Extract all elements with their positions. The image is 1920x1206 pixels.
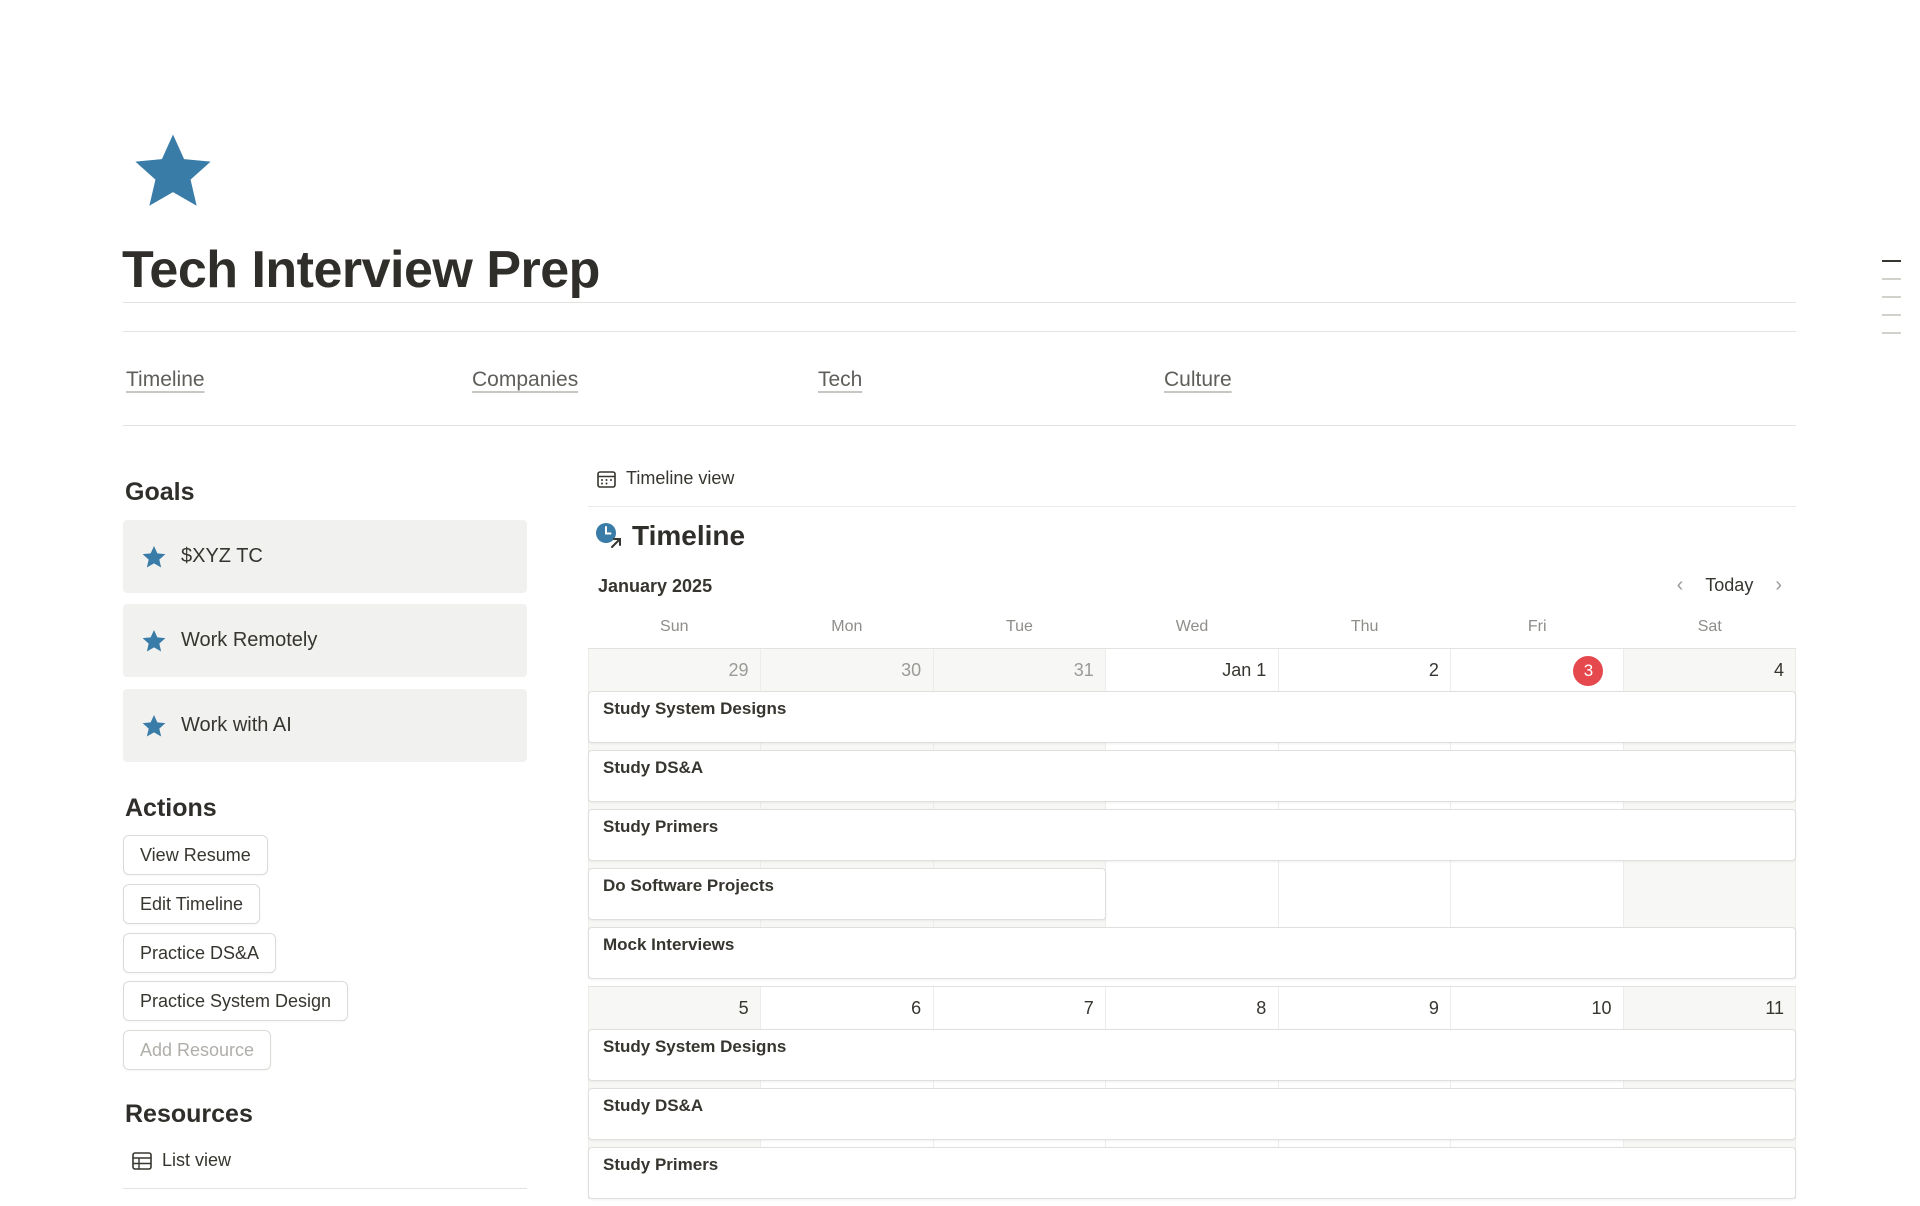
- calendar-icon: [597, 470, 616, 488]
- resources-divider: [123, 1188, 527, 1189]
- timeline-view-label: Timeline view: [626, 468, 735, 488]
- chevron-right-icon[interactable]: ›: [1775, 574, 1782, 597]
- event-card[interactable]: Study Primers: [588, 1147, 1796, 1199]
- title-divider: [123, 302, 1796, 303]
- tab-timeline[interactable]: Timeline: [126, 368, 205, 392]
- weekday-label: Wed: [1175, 618, 1209, 635]
- chevron-left-icon[interactable]: ‹: [1677, 574, 1684, 597]
- star-icon: [142, 714, 166, 737]
- day-number[interactable]: 11: [1623, 987, 1796, 1029]
- weekday-header: Sun Mon Tue Wed Thu Fri Sat: [588, 618, 1796, 636]
- event-card[interactable]: Do Software Projects: [588, 868, 1106, 920]
- weekday-label: Sat: [1697, 618, 1722, 635]
- star-icon: [135, 134, 211, 206]
- calendar-week: 5 6 7 8 9 10 11 Study System Designs Stu…: [588, 986, 1796, 1199]
- event-card[interactable]: Study System Designs: [588, 691, 1796, 743]
- event-card[interactable]: Study System Designs: [588, 1029, 1796, 1081]
- resources-heading: Resources: [125, 1100, 253, 1128]
- goal-label: Work with AI: [181, 714, 292, 736]
- event-card[interactable]: Study DS&A: [588, 1088, 1796, 1140]
- timeline-view-tab[interactable]: Timeline view: [597, 468, 734, 489]
- day-number[interactable]: 2: [1278, 649, 1451, 691]
- view-resume-button[interactable]: View Resume: [123, 835, 268, 875]
- list-view-tab[interactable]: List view: [132, 1150, 231, 1171]
- day-number[interactable]: Jan 1: [1106, 649, 1279, 691]
- day-number[interactable]: 8: [1106, 987, 1279, 1029]
- edit-timeline-button[interactable]: Edit Timeline: [123, 884, 261, 924]
- database-title[interactable]: Timeline: [594, 520, 745, 552]
- day-number[interactable]: 5: [588, 987, 761, 1029]
- calendar-month: January 2025: [598, 576, 713, 596]
- table-icon: [132, 1151, 152, 1170]
- day-number[interactable]: 7: [933, 987, 1106, 1029]
- goal-card[interactable]: Work Remotely: [123, 604, 527, 677]
- star-icon: [142, 629, 166, 652]
- tab-culture[interactable]: Culture: [1164, 368, 1232, 392]
- today-badge: 3: [1573, 656, 1604, 686]
- day-number-today[interactable]: 3: [1451, 649, 1624, 691]
- today-button[interactable]: Today: [1705, 575, 1753, 596]
- list-view-label: List view: [162, 1150, 232, 1170]
- weekday-label: Thu: [1350, 618, 1379, 635]
- weekday-label: Sun: [660, 618, 689, 635]
- tabs-bottom-divider: [123, 425, 1796, 426]
- goal-card[interactable]: Work with AI: [123, 689, 527, 762]
- table-of-contents[interactable]: [1882, 260, 1902, 350]
- weekday-label: Mon: [831, 618, 863, 635]
- tab-companies[interactable]: Companies: [472, 368, 578, 392]
- goals-heading: Goals: [125, 478, 195, 506]
- actions-heading: Actions: [125, 794, 217, 822]
- day-number[interactable]: 31: [933, 649, 1106, 691]
- clock-link-icon: [596, 523, 621, 548]
- tabs-top-divider: [123, 331, 1796, 332]
- event-card[interactable]: Mock Interviews: [588, 927, 1796, 979]
- day-number[interactable]: 10: [1451, 987, 1624, 1029]
- practice-system-design-button[interactable]: Practice System Design: [123, 981, 349, 1021]
- goal-label: Work Remotely: [181, 629, 318, 651]
- goal-card[interactable]: $XYZ TC: [123, 520, 527, 593]
- view-tabs-divider: [588, 506, 1796, 507]
- event-card[interactable]: Study DS&A: [588, 750, 1796, 802]
- tab-tech[interactable]: Tech: [818, 368, 862, 392]
- day-number[interactable]: 9: [1278, 987, 1451, 1029]
- star-icon: [142, 545, 166, 568]
- weekday-label: Tue: [1005, 618, 1033, 635]
- weekday-label: Fri: [1527, 618, 1547, 635]
- add-resource-button[interactable]: Add Resource: [123, 1030, 272, 1070]
- calendar-week: 29 30 31 Jan 1 2 3 4 Study System Design…: [588, 648, 1796, 979]
- event-card[interactable]: Study Primers: [588, 809, 1796, 861]
- day-number[interactable]: 30: [761, 649, 934, 691]
- calendar-nav: ‹ Today ›: [1677, 574, 1782, 597]
- day-number[interactable]: 6: [761, 987, 934, 1029]
- practice-dsa-button[interactable]: Practice DS&A: [123, 933, 277, 973]
- day-number[interactable]: 4: [1623, 649, 1796, 691]
- page-title: Tech Interview Prep: [122, 241, 600, 299]
- goal-label: $XYZ TC: [181, 545, 263, 567]
- timeline-title: Timeline: [632, 520, 746, 551]
- calendar-grid: 29 30 31 Jan 1 2 3 4 Study System Design…: [588, 648, 1796, 1206]
- day-number[interactable]: 29: [588, 649, 761, 691]
